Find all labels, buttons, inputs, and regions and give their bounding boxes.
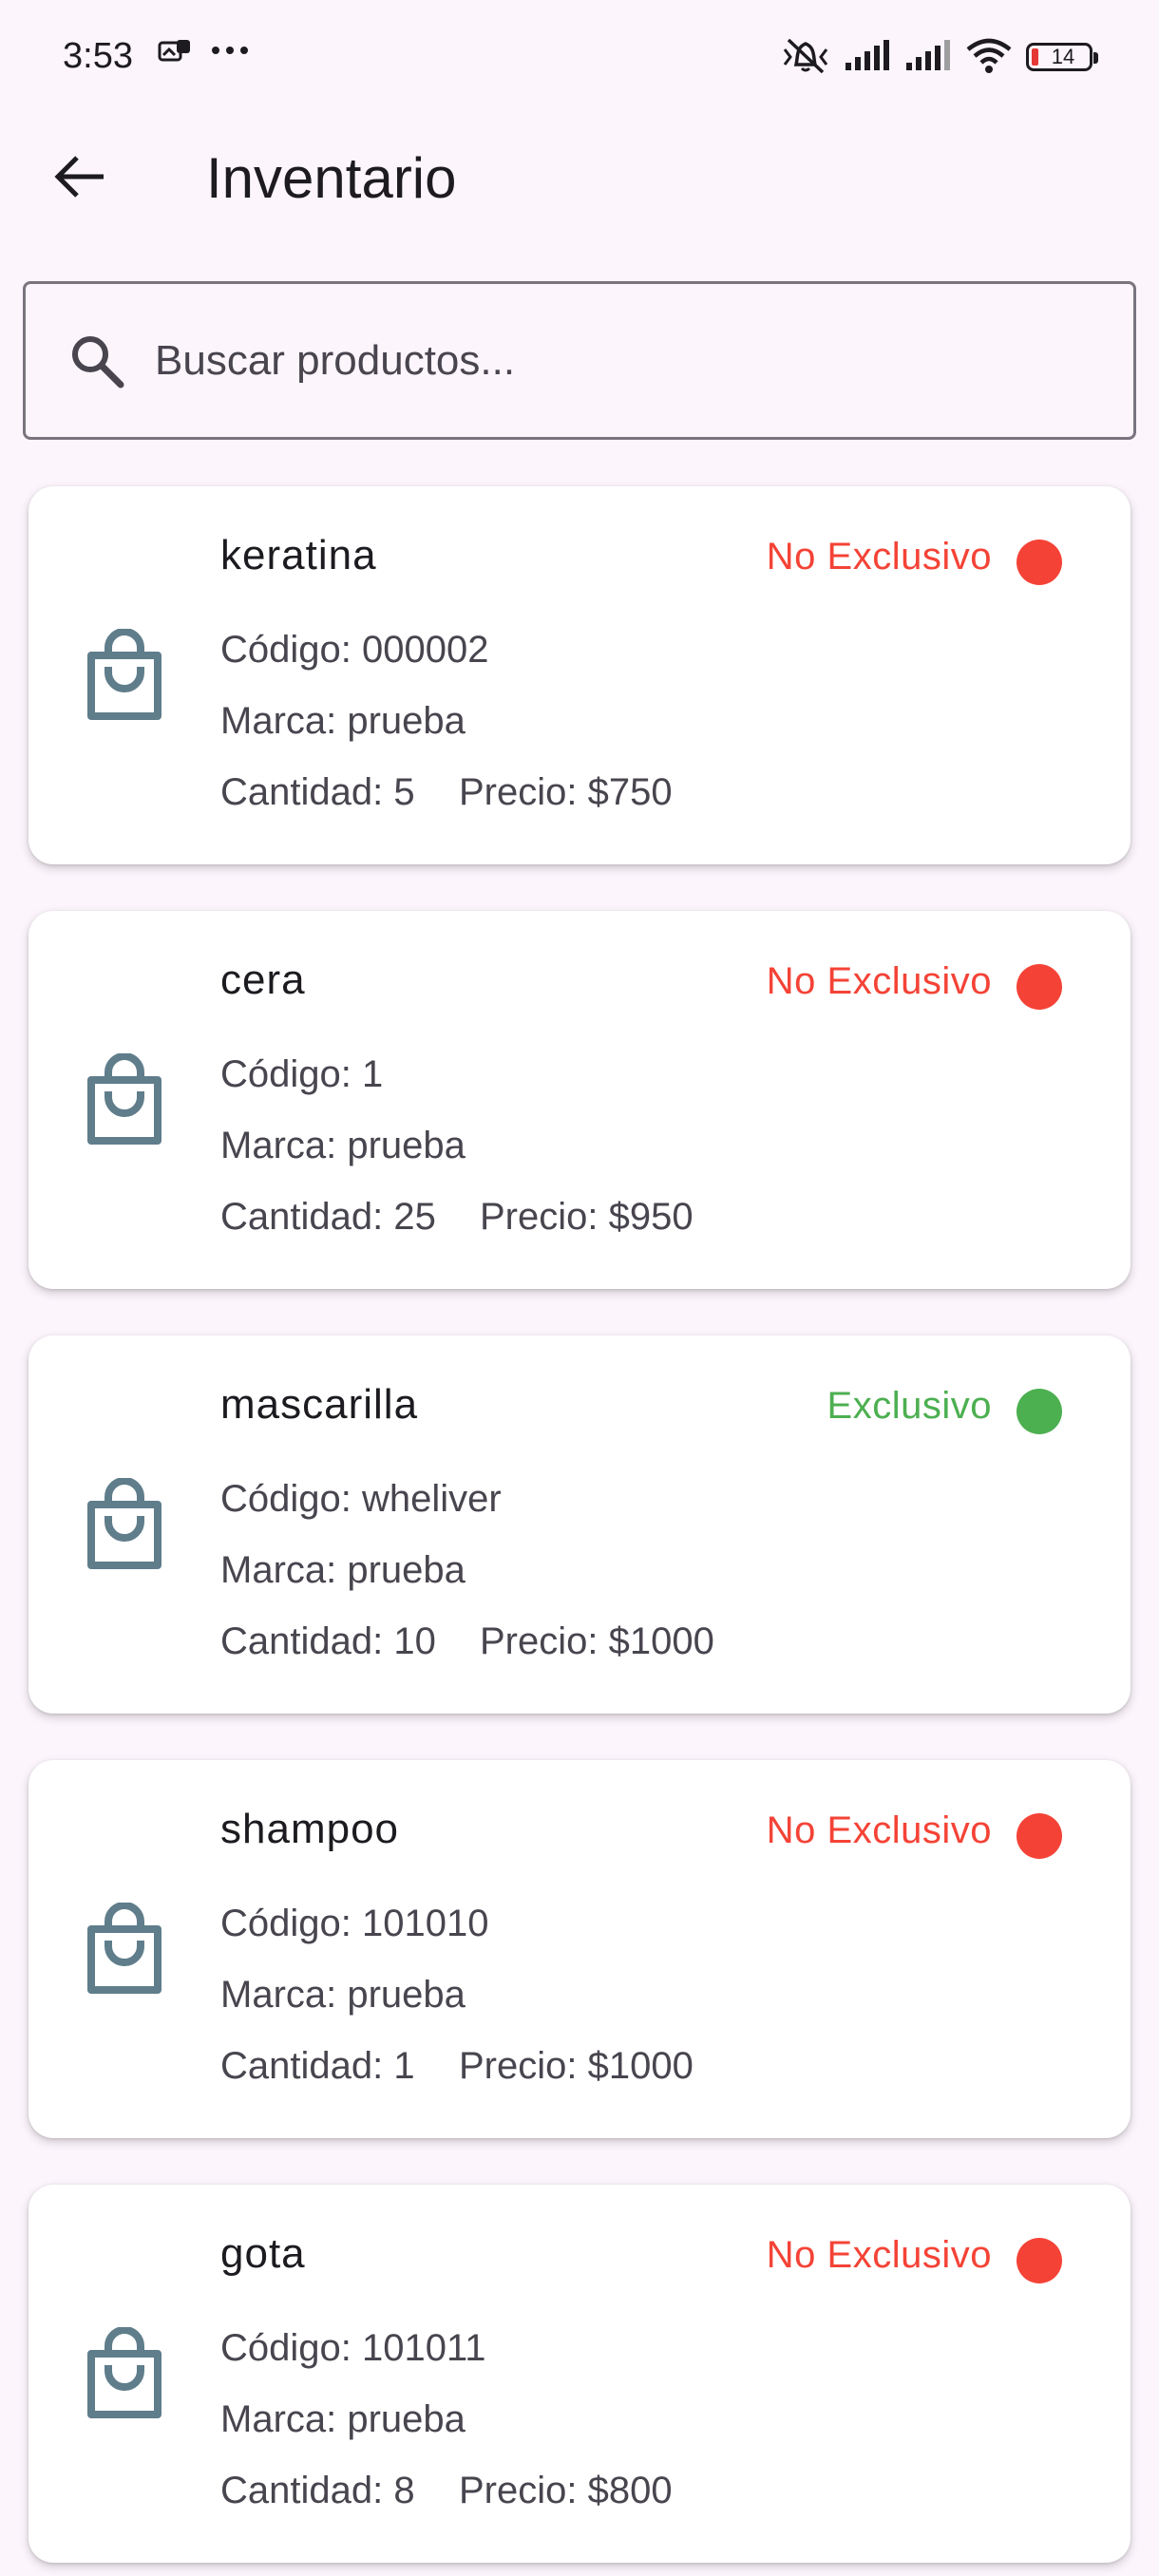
product-card[interactable]: gota No Exclusivo Código: 101011 Marca: … [28, 2185, 1130, 2563]
product-price: Precio: $950 [480, 1196, 694, 1238]
wifi-icon [965, 36, 1013, 79]
status-bar: 3:53 14 [0, 0, 1159, 114]
product-code: Código: 1 [220, 1053, 384, 1095]
shopping-bag-icon [84, 2326, 165, 2420]
product-name: shampoo [220, 1806, 400, 1852]
search-field[interactable] [23, 281, 1136, 440]
product-card[interactable]: shampoo No Exclusivo Código: 101010 Marc… [28, 1760, 1130, 2138]
product-name: cera [220, 957, 306, 1003]
product-brand: Marca: prueba [220, 1974, 466, 2016]
battery-level: 14 [1051, 45, 1075, 68]
product-brand: Marca: prueba [220, 1549, 466, 1591]
status-time: 3:53 [63, 36, 133, 76]
product-brand: Marca: prueba [220, 1125, 466, 1166]
product-name: mascarilla [220, 1381, 419, 1428]
exclusivity-label: No Exclusivo [766, 960, 992, 1002]
product-card[interactable]: cera No Exclusivo Código: 1 Marca: prueb… [28, 911, 1130, 1289]
battery-icon: 14 [1026, 43, 1098, 71]
exclusivity-dot [1016, 540, 1062, 585]
exclusivity-label: No Exclusivo [766, 2234, 992, 2276]
product-code: Código: wheliver [220, 1478, 502, 1520]
product-price: Precio: $1000 [459, 2045, 694, 2087]
product-code: Código: 101011 [220, 2327, 486, 2369]
product-card[interactable]: mascarilla Exclusivo Código: wheliver Ma… [28, 1335, 1130, 1714]
product-price: Precio: $800 [459, 2470, 673, 2511]
product-price: Precio: $1000 [480, 1620, 714, 1662]
notification-icon [158, 38, 194, 71]
search-icon [64, 328, 130, 394]
app-bar: Inventario [0, 114, 1159, 237]
shopping-bag-icon [84, 1902, 165, 1996]
product-price: Precio: $750 [459, 771, 673, 813]
arrow-back-icon [54, 155, 105, 203]
product-quantity: Cantidad: 1 [220, 2045, 415, 2087]
shopping-bag-icon [84, 1052, 165, 1146]
page-title: Inventario [206, 146, 457, 210]
back-button[interactable] [44, 142, 116, 215]
exclusivity-dot [1016, 1813, 1062, 1859]
exclusivity-label: Exclusivo [826, 1385, 992, 1427]
shopping-bag-icon [84, 628, 165, 722]
product-quantity: Cantidad: 5 [220, 771, 415, 813]
product-quantity: Cantidad: 10 [220, 1620, 436, 1662]
exclusivity-label: No Exclusivo [766, 536, 992, 578]
product-name: keratina [220, 532, 377, 578]
signal-icon [844, 38, 891, 77]
exclusivity-dot [1016, 1389, 1062, 1434]
product-name: gota [220, 2230, 306, 2277]
product-quantity: Cantidad: 25 [220, 1196, 436, 1238]
more-dots-icon [211, 44, 249, 62]
signal-icon-2 [904, 38, 952, 77]
product-code: Código: 000002 [220, 629, 489, 671]
product-brand: Marca: prueba [220, 2398, 466, 2440]
product-brand: Marca: prueba [220, 700, 466, 742]
product-card[interactable]: keratina No Exclusivo Código: 000002 Mar… [28, 486, 1130, 864]
mute-bell-icon [781, 34, 830, 81]
product-code: Código: 101010 [220, 1903, 489, 1944]
search-input[interactable] [153, 335, 1133, 386]
exclusivity-dot [1016, 964, 1062, 1010]
status-icons: 14 [781, 34, 1098, 81]
exclusivity-label: No Exclusivo [766, 1809, 992, 1851]
shopping-bag-icon [84, 1477, 165, 1571]
exclusivity-dot [1016, 2238, 1062, 2283]
product-quantity: Cantidad: 8 [220, 2470, 415, 2511]
